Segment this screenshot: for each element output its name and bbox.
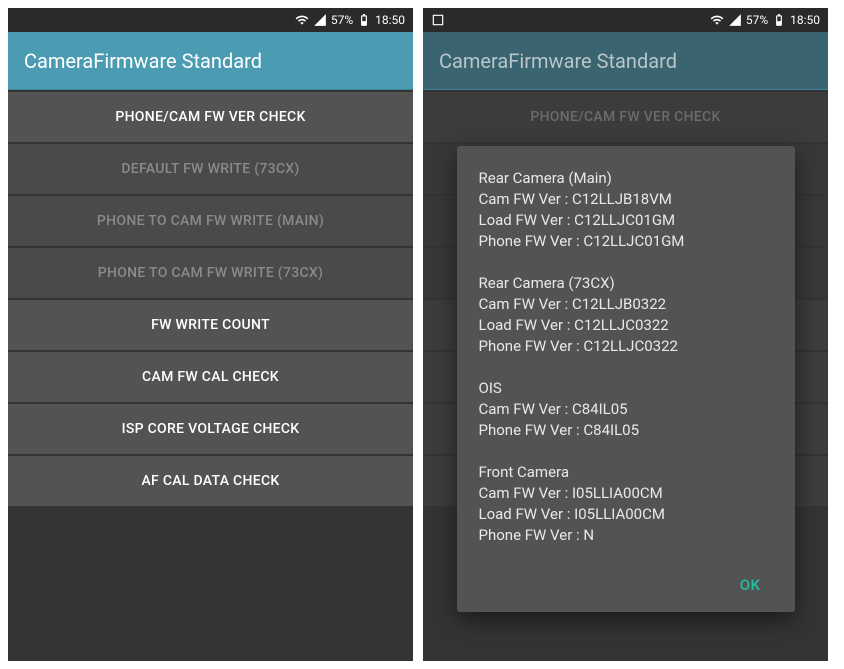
menu-item-0[interactable]: PHONE/CAM FW VER CHECK [8,92,413,142]
menu-list-left: PHONE/CAM FW VER CHECKDEFAULT FW WRITE (… [8,90,413,508]
menu-item-2: PHONE TO CAM FW WRITE (MAIN) [8,196,413,246]
battery-icon [357,13,371,27]
status-bar: 57% 18:50 [8,8,413,32]
phone-left: 57% 18:50 CameraFirmware Standard PHONE/… [8,8,413,661]
menu-item-6[interactable]: ISP CORE VOLTAGE CHECK [8,404,413,454]
menu-item-5[interactable]: CAM FW CAL CHECK [8,352,413,402]
phone-right: 57% 18:50 CameraFirmware Standard PHONE/… [423,8,828,661]
dialog-actions: OK [479,566,773,604]
dialog-overlay: Rear Camera (Main) Cam FW Ver : C12LLJB1… [423,8,828,661]
battery-percent: 57% [331,13,353,27]
menu-item-7[interactable]: AF CAL DATA CHECK [8,456,413,506]
ok-button[interactable]: OK [728,566,773,604]
signal-icon [313,13,327,27]
dialog: Rear Camera (Main) Cam FW Ver : C12LLJB1… [457,146,795,612]
dialog-content: Rear Camera (Main) Cam FW Ver : C12LLJB1… [479,168,773,546]
wifi-icon [295,13,309,27]
menu-item-4[interactable]: FW WRITE COUNT [8,300,413,350]
menu-item-1: DEFAULT FW WRITE (73CX) [8,144,413,194]
time-label: 18:50 [375,13,405,27]
menu-item-3: PHONE TO CAM FW WRITE (73CX) [8,248,413,298]
app-bar: CameraFirmware Standard [8,32,413,90]
app-title: CameraFirmware Standard [24,49,262,73]
